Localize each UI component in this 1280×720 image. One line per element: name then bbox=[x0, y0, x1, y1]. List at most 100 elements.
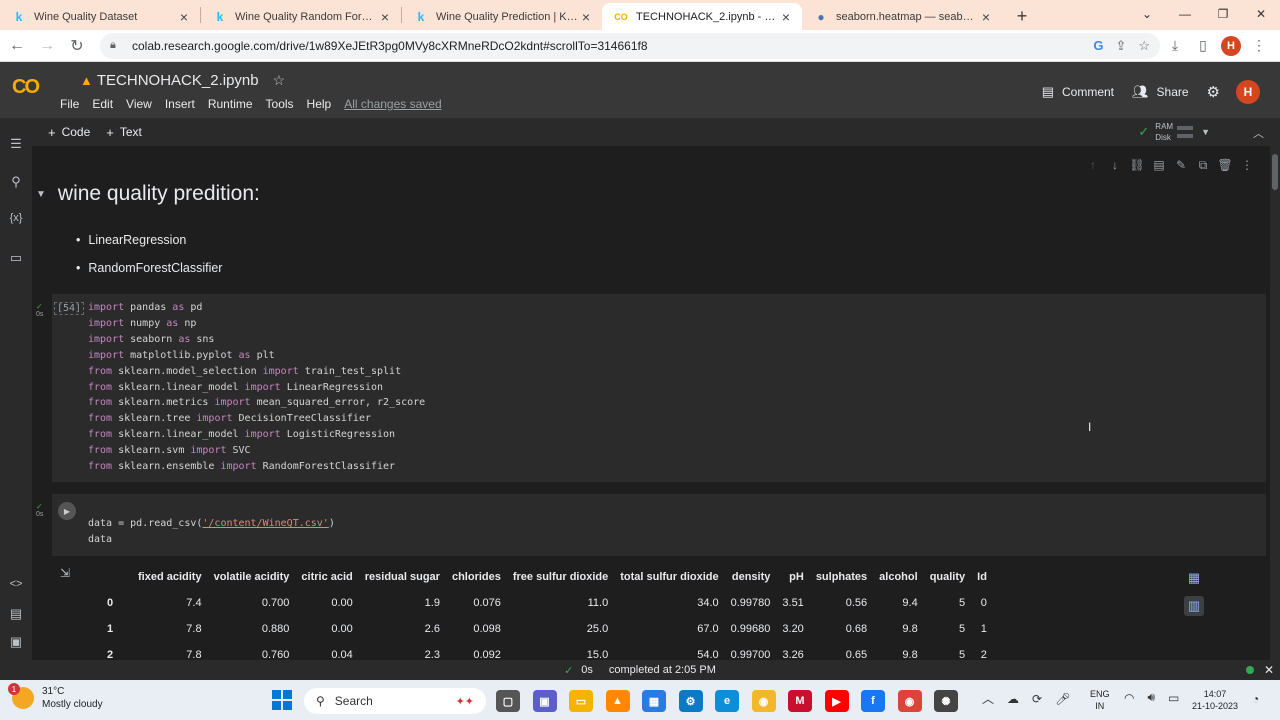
chrome-canary-icon[interactable]: ◉ bbox=[751, 690, 776, 712]
file-explorer-icon[interactable]: ▭ bbox=[569, 690, 593, 712]
close-tab-icon[interactable]: × bbox=[176, 9, 192, 25]
youtube-icon[interactable]: ▶ bbox=[824, 690, 849, 712]
new-tab-button[interactable]: + bbox=[1008, 3, 1036, 30]
menu-help[interactable]: Help bbox=[307, 97, 332, 111]
terminal-icon[interactable]: ▣ bbox=[0, 634, 32, 650]
share-page-icon[interactable]: ⇪ bbox=[1115, 38, 1126, 54]
vlc-icon[interactable]: ▲ bbox=[605, 690, 630, 712]
suggest-charts-icon[interactable]: ▥ bbox=[1184, 596, 1204, 616]
tab-seaborn-heatmap[interactable]: ● seaborn.heatmap — seaborn 0 × bbox=[802, 3, 1002, 30]
files-icon[interactable]: ▭ bbox=[0, 250, 32, 266]
share-button[interactable]: 👥︎ Share bbox=[1132, 84, 1189, 100]
comment-button[interactable]: ▤ Comment bbox=[1042, 84, 1114, 100]
clock[interactable]: 14:07 21-10-2023 bbox=[1192, 688, 1238, 712]
code-editor[interactable]: data = pd.read_csv('/content/WineQT.csv'… bbox=[88, 516, 335, 548]
close-tab-icon[interactable]: × bbox=[778, 9, 794, 25]
variables-icon[interactable]: {x} bbox=[0, 212, 32, 224]
close-window-icon[interactable]: ✕ bbox=[1242, 0, 1280, 28]
close-tab-icon[interactable]: × bbox=[377, 9, 393, 25]
close-tab-icon[interactable]: × bbox=[578, 9, 594, 25]
taskbar-search[interactable]: ⚲ Search ✦✦ bbox=[304, 688, 486, 714]
mcafee-icon[interactable]: M bbox=[788, 690, 812, 712]
url-text[interactable]: colab.research.google.com/drive/1w89XeJE… bbox=[132, 39, 1081, 53]
edge-icon[interactable]: e bbox=[715, 690, 739, 712]
chrome-menu-icon[interactable]: ⋮ bbox=[1246, 33, 1272, 59]
close-tab-icon[interactable]: × bbox=[978, 9, 994, 25]
tab-wine-quality-prediction[interactable]: k Wine Quality Prediction | Kaggle × bbox=[402, 3, 602, 30]
tab-random-forest[interactable]: k Wine Quality Random Forest Cl × bbox=[201, 3, 401, 30]
code-cell-imports[interactable]: ✓ 0s [54] import pandas as pd import num… bbox=[36, 294, 1266, 482]
facebook-icon[interactable]: f bbox=[861, 690, 885, 712]
close-icon[interactable]: ✕ bbox=[1264, 663, 1274, 677]
star-icon[interactable]: ☆ bbox=[273, 72, 286, 89]
save-status-link[interactable]: All changes saved bbox=[344, 97, 441, 111]
menu-file[interactable]: File bbox=[60, 97, 79, 111]
menu-edit[interactable]: Edit bbox=[92, 97, 113, 111]
chevron-up-icon[interactable]: ︿ bbox=[1253, 125, 1264, 141]
comment-icon[interactable]: ▤ bbox=[1148, 158, 1170, 173]
chatgpt-icon[interactable]: ✺ bbox=[934, 690, 958, 712]
tab-wine-quality-dataset[interactable]: k Wine Quality Dataset × bbox=[0, 3, 200, 30]
notebook-title[interactable]: TECHNOHACK_2.ipynb bbox=[97, 72, 259, 89]
minimize-icon[interactable]: — bbox=[1166, 0, 1204, 28]
site-info-icon[interactable]: 🔒︎ bbox=[110, 39, 124, 52]
move-down-icon[interactable]: ↓ bbox=[1104, 158, 1126, 173]
edit-icon[interactable]: ✎ bbox=[1170, 158, 1192, 173]
menu-runtime[interactable]: Runtime bbox=[208, 97, 253, 111]
add-text-cell-button[interactable]: + Text bbox=[106, 125, 142, 140]
settings-button[interactable]: ⚙ bbox=[1207, 83, 1220, 101]
url-field[interactable]: 🔒︎ colab.research.google.com/drive/1w89X… bbox=[100, 32, 1160, 59]
download-icon[interactable]: ⤓ bbox=[1162, 33, 1188, 59]
google-lens-icon[interactable]: G bbox=[1093, 38, 1103, 53]
notifications-icon[interactable]: ◔ bbox=[1252, 692, 1259, 706]
reload-icon[interactable]: ↻ bbox=[64, 33, 90, 59]
chevron-down-icon[interactable]: ▼ bbox=[1201, 127, 1210, 137]
bookmark-star-icon[interactable]: ☆ bbox=[1138, 38, 1150, 54]
menu-view[interactable]: View bbox=[126, 97, 152, 111]
app-icon[interactable]: ⚙ bbox=[678, 690, 703, 712]
runtime-resources-button[interactable]: ✓ RAM Disk ▼ bbox=[1138, 121, 1210, 143]
collapse-section-icon[interactable]: ▼ bbox=[36, 189, 46, 200]
link-icon[interactable]: ⛓ bbox=[1126, 158, 1148, 173]
table-of-contents-icon[interactable]: ☰ bbox=[0, 136, 32, 152]
forward-icon[interactable]: → bbox=[34, 33, 60, 59]
output-actions-icon[interactable]: ⇲ bbox=[60, 566, 70, 580]
delete-icon[interactable]: 🗑︎ bbox=[1214, 158, 1236, 173]
add-code-cell-button[interactable]: + Code bbox=[48, 125, 90, 140]
menu-tools[interactable]: Tools bbox=[266, 97, 294, 111]
status-message[interactable]: completed at 2:05 PM bbox=[609, 664, 716, 676]
chrome-icon[interactable]: ◉ bbox=[897, 690, 922, 712]
weather-widget[interactable]: 1 31°C Mostly cloudy bbox=[8, 683, 103, 711]
move-up-icon[interactable]: ↑ bbox=[1082, 158, 1104, 173]
search-icon[interactable]: ⚲ bbox=[0, 174, 32, 190]
start-button[interactable] bbox=[272, 690, 292, 710]
tab-technohack-notebook[interactable]: CO TECHNOHACK_2.ipynb - Colabo × bbox=[602, 3, 802, 30]
tray-app-icon[interactable]: ☁ bbox=[1007, 692, 1019, 706]
side-panel-icon[interactable]: ▯ bbox=[1190, 33, 1216, 59]
mirror-cell-icon[interactable]: ⧉ bbox=[1192, 158, 1214, 173]
account-avatar[interactable]: H bbox=[1236, 80, 1260, 104]
profile-button[interactable]: H bbox=[1218, 33, 1244, 59]
tray-app-icon[interactable]: ⟳ bbox=[1032, 692, 1042, 706]
menu-insert[interactable]: Insert bbox=[165, 97, 195, 111]
more-options-icon[interactable]: ⋮ bbox=[1236, 158, 1258, 173]
microphone-icon[interactable]: 🎤︎ bbox=[1055, 692, 1070, 706]
execution-count[interactable]: [54] bbox=[54, 302, 85, 315]
colab-logo[interactable]: CO bbox=[12, 76, 48, 100]
interactive-table-icon[interactable]: ▦ bbox=[1184, 568, 1204, 588]
run-cell-button[interactable]: ▶ bbox=[58, 502, 76, 520]
network-volume-tray[interactable]: ◠ 🔊︎ ▭ bbox=[1124, 690, 1192, 705]
show-hidden-icons-icon[interactable]: ︿ bbox=[982, 690, 994, 707]
command-palette-icon[interactable]: ▤ bbox=[0, 606, 32, 622]
scrollbar-thumb[interactable] bbox=[1272, 154, 1278, 190]
back-icon[interactable]: ← bbox=[4, 33, 30, 59]
language-indicator[interactable]: ENG IN bbox=[1090, 688, 1110, 712]
code-snippets-icon[interactable]: <> bbox=[0, 578, 32, 590]
microsoft-store-icon[interactable]: ▦ bbox=[642, 690, 666, 712]
tab-search-icon[interactable]: ⌄ bbox=[1128, 0, 1166, 28]
restore-icon[interactable]: ❐ bbox=[1204, 0, 1242, 28]
code-cell-read-csv[interactable]: ✓ 0s ▶ data = pd.read_csv('/content/Wine… bbox=[36, 494, 1266, 556]
notebook-scrollbar[interactable] bbox=[1270, 146, 1280, 660]
code-editor[interactable]: import pandas as pd import numpy as np i… bbox=[88, 300, 425, 475]
task-view-icon[interactable]: ▢ bbox=[496, 690, 520, 712]
